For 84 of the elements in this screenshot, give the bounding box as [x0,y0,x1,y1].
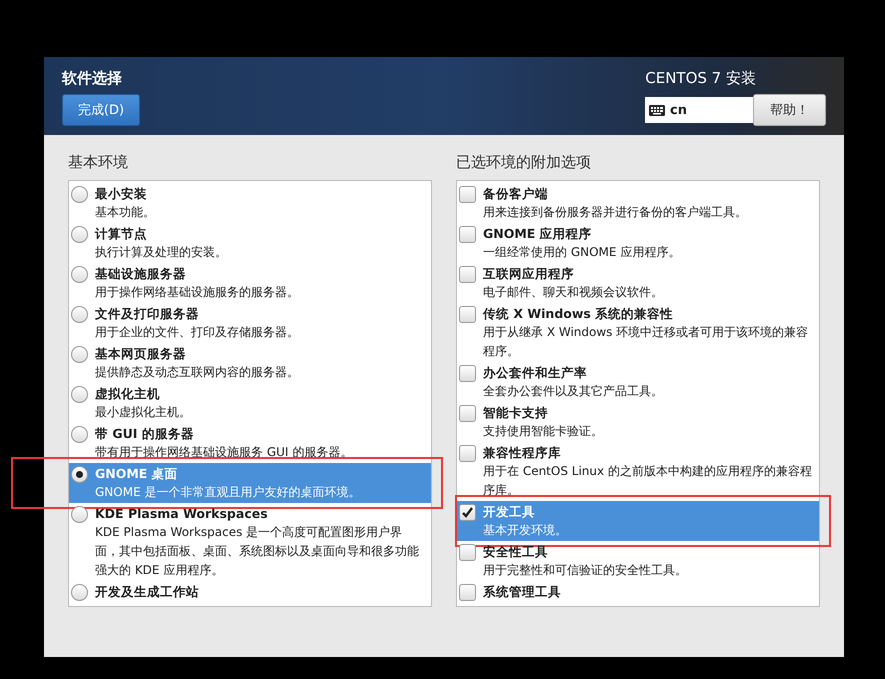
option-description: 带有用于操作网络基础设施服务 GUI 的服务器。 [95,444,354,461]
option-description: 最小虚拟化主机。 [95,404,192,421]
keyboard-layout-field[interactable]: cn [645,97,753,123]
option-row[interactable]: 办公套件和生产率 全套办公套件以及其它产品工具。 [457,362,819,402]
option-row[interactable]: 文件及打印服务器 用于企业的文件、打印及存储服务器。 [69,303,431,343]
help-button[interactable]: 帮助！ [753,94,826,126]
option-title: 文件及打印服务器 [95,305,200,323]
option-row[interactable]: 安全性工具 用于完整性和可信验证的安全性工具。 [457,541,819,581]
option-title: 开发及生成工作站 [95,583,200,601]
option-description: 用于完整性和可信验证的安全性工具。 [483,562,688,579]
done-button[interactable]: 完成(D) [62,94,140,126]
option-title: 计算节点 [95,225,148,243]
checkbox[interactable] [459,405,476,422]
option-title: 传统 X Windows 系统的兼容性 [483,305,674,323]
radio-button[interactable] [71,346,88,363]
keyboard-icon [649,104,665,116]
checkbox[interactable] [459,306,476,323]
option-description: 一组经常使用的 GNOME 应用程序。 [483,244,682,261]
option-description: 全套办公套件以及其它产品工具。 [483,383,664,400]
option-row[interactable]: 虚拟化主机 最小虚拟化主机。 [69,383,431,423]
option-row[interactable]: 兼容性程序库 用于在 CentOS Linux 的之前版本中构建的应用程序的兼容程序库。 [457,442,819,501]
option-description: 用来连接到备份服务器并进行备份的客户端工具。 [483,204,748,221]
option-description: 基本开发环境。 [483,522,568,539]
option-title: GNOME 桌面 [95,465,179,483]
radio-button[interactable] [71,386,88,403]
option-description: GNOME 是一个非常直观且用户友好的桌面环境。 [95,484,362,501]
option-title: GNOME 应用程序 [483,225,593,243]
option-title: 最小安装 [95,185,148,203]
page-title: 软件选择 [62,69,123,88]
option-row[interactable]: 系统管理工具 [457,581,819,602]
radio-button[interactable] [71,306,88,323]
checkbox[interactable] [459,584,476,601]
option-row[interactable]: 智能卡支持 支持使用智能卡验证。 [457,402,819,442]
option-title: 安全性工具 [483,543,549,561]
option-title: 办公套件和生产率 [483,364,588,382]
option-description: 电子邮件、聊天和视频会议软件。 [483,284,664,301]
option-row[interactable]: 开发及生成工作站 [69,581,431,602]
radio-button[interactable] [71,186,88,203]
option-row[interactable]: 基本网页服务器 提供静态及动态互联网内容的服务器。 [69,343,431,383]
radio-button[interactable] [71,506,88,523]
section-heading: 基本环境 [68,153,129,172]
option-row[interactable]: 基础设施服务器 用于操作网络基础设施服务的服务器。 [69,263,431,303]
option-row[interactable]: 互联网应用程序 电子邮件、聊天和视频会议软件。 [457,263,819,303]
option-description: 用于从继承 X Windows 环境中迁移或者可用于该环境的兼容程序。 [483,324,810,360]
option-row[interactable]: 计算节点 执行计算及处理的安装。 [69,223,431,263]
radio-button[interactable] [71,226,88,243]
option-title: KDE Plasma Workspaces [95,505,269,523]
checkbox[interactable] [459,226,476,243]
option-title: 带 GUI 的服务器 [95,425,195,443]
radio-button[interactable] [71,266,88,283]
option-row[interactable]: 最小安装 基本功能。 [69,183,431,223]
option-title: 基础设施服务器 [95,265,187,283]
option-row[interactable]: 备份客户端 用来连接到备份服务器并进行备份的客户端工具。 [457,183,819,223]
radio-button[interactable] [71,584,88,601]
checkbox[interactable] [459,544,476,561]
option-description: 用于在 CentOS Linux 的之前版本中构建的应用程序的兼容程序库。 [483,463,813,499]
option-title: 系统管理工具 [483,583,562,601]
radio-button[interactable] [71,466,88,483]
option-description: 用于企业的文件、打印及存储服务器。 [95,324,300,341]
radio-button[interactable] [71,426,88,443]
checkbox[interactable] [459,365,476,382]
option-title: 智能卡支持 [483,404,549,422]
product-title: CENTOS 7 安装 [645,69,756,88]
option-title: 开发工具 [483,503,536,521]
checkbox[interactable] [459,445,476,462]
option-title: 备份客户端 [483,185,549,203]
option-title: 兼容性程序库 [483,444,562,462]
option-title: 互联网应用程序 [483,265,575,283]
section-heading: 已选环境的附加选项 [456,153,592,172]
checkbox[interactable] [459,186,476,203]
option-description: 支持使用智能卡验证。 [483,423,604,440]
option-description: KDE Plasma Workspaces 是一个高度可配置图形用户界面，其中包括面板、桌面、系统图标以及桌面向导和很多功能强大的 KDE 应用程序。 [95,524,420,579]
option-description: 提供静态及动态互联网内容的服务器。 [95,364,300,381]
option-description: 执行计算及处理的安装。 [95,244,228,261]
option-description: 用于操作网络基础设施服务的服务器。 [95,284,300,301]
option-title: 基本网页服务器 [95,345,187,363]
option-row[interactable]: GNOME 应用程序 一组经常使用的 GNOME 应用程序。 [457,223,819,263]
option-title: 虚拟化主机 [95,385,161,403]
checkbox[interactable] [459,266,476,283]
option-row[interactable]: KDE Plasma Workspaces KDE Plasma Workspaces 是一个高度可配置图形用户界面，其中包括面板、桌面、系统图标以及桌面向导和很多功能强大的 KDE 应用程序。 [69,503,431,581]
option-row[interactable]: 传统 X Windows 系统的兼容性 用于从继承 X Windows 环境中迁移或者可用于该环境的兼容程序。 [457,303,819,362]
option-description: 基本功能。 [95,204,156,221]
checkbox[interactable] [459,504,476,521]
option-row[interactable]: 带 GUI 的服务器 带有用于操作网络基础设施服务 GUI 的服务器。 [69,423,431,463]
